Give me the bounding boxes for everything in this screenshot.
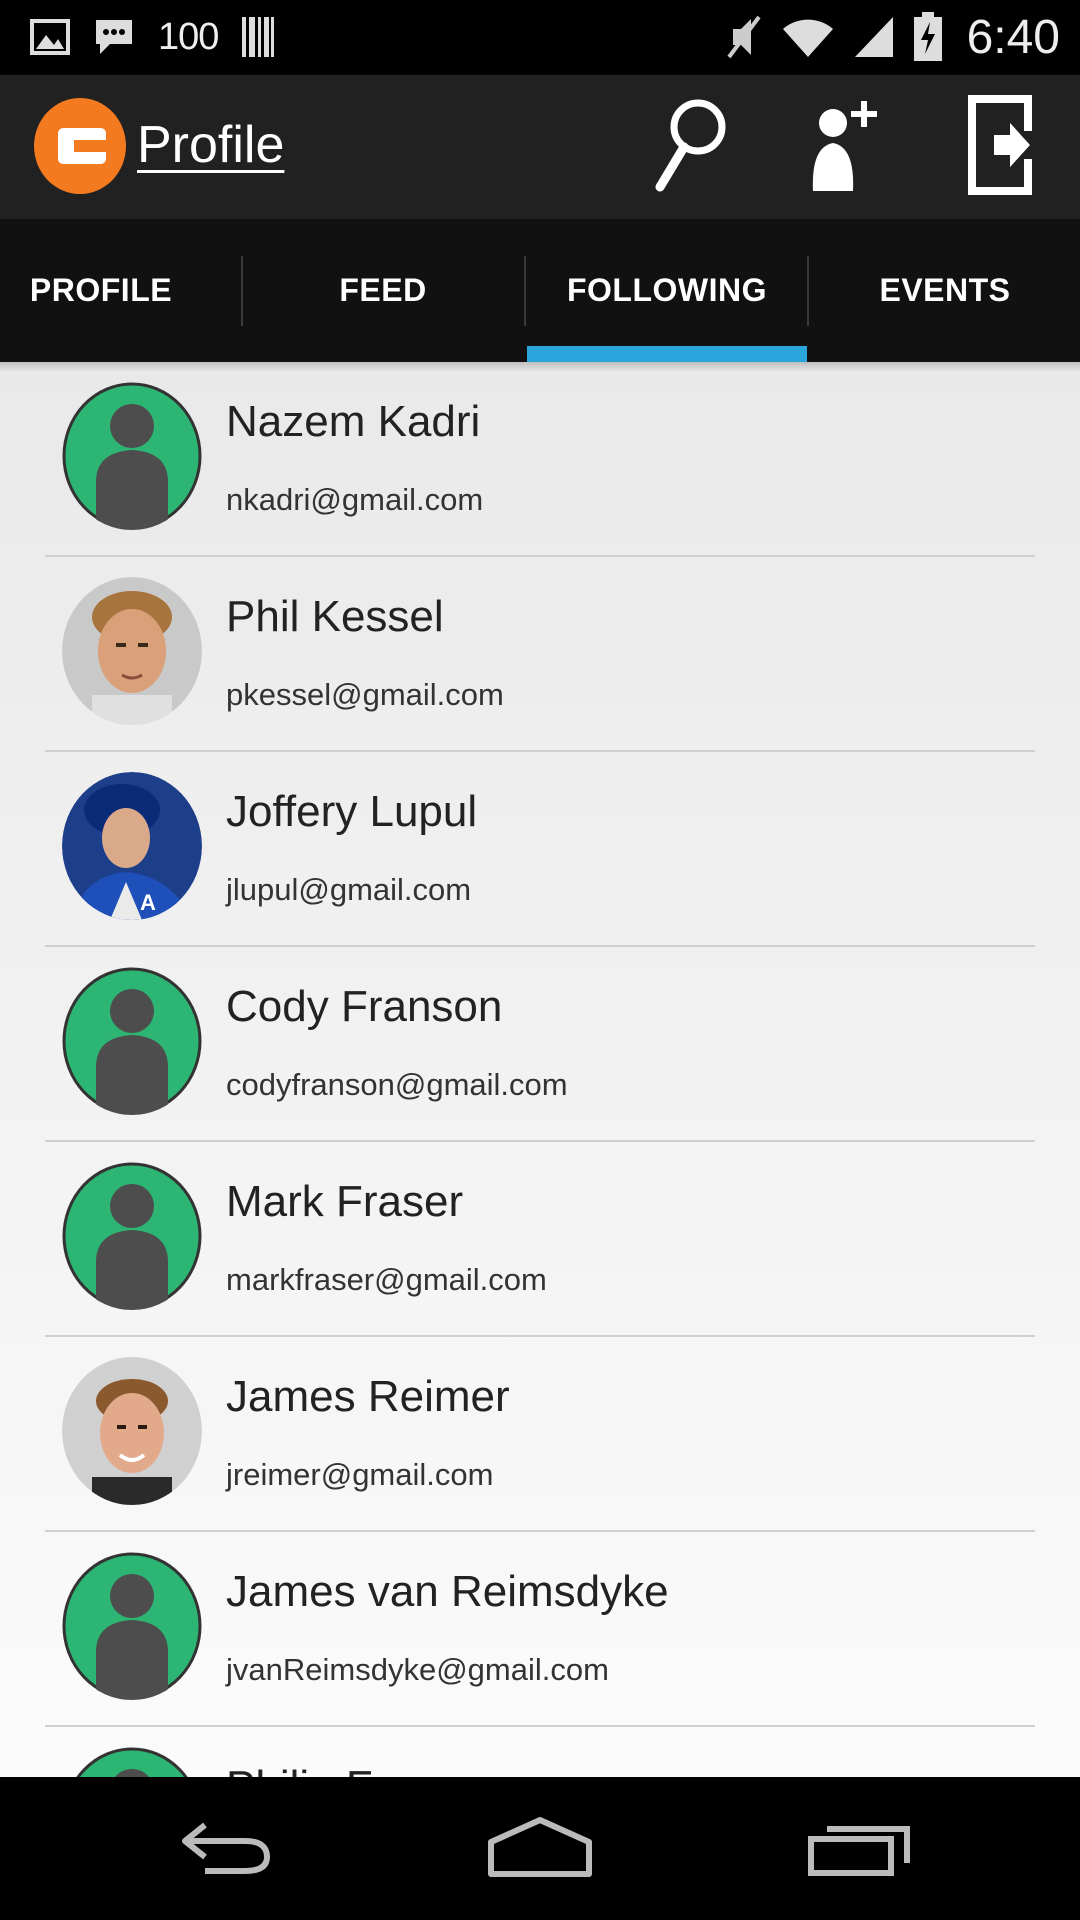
avatar (62, 967, 202, 1115)
following-name: Joffery Lupul (226, 787, 478, 836)
recents-icon (805, 1817, 915, 1882)
list-item[interactable]: James van Reimsdyke jvanReimsdyke@gmail.… (0, 1532, 1080, 1727)
back-button[interactable] (155, 1799, 295, 1899)
list-item[interactable]: Phil Kessel pkessel@gmail.com (0, 557, 1080, 752)
logout-button[interactable] (950, 94, 1050, 200)
battery-percentage: 100 (158, 15, 219, 58)
tab-divider (807, 256, 809, 326)
following-name: Nazem Kadri (226, 397, 481, 446)
following-list[interactable]: Nazem Kadri nkadri@gmail.com Phil Kessel… (0, 362, 1080, 1777)
list-item[interactable]: Philip F (0, 1727, 1080, 1777)
chat-icon (92, 16, 136, 58)
avatar (62, 1747, 202, 1777)
following-name: Phil Kessel (226, 592, 444, 641)
selected-tab-indicator (527, 346, 807, 362)
list-item[interactable]: Mark Fraser markfraser@gmail.com (0, 1142, 1080, 1337)
list-item[interactable]: Nazem Kadri nkadri@gmail.com (0, 362, 1080, 557)
list-item[interactable]: Cody Franson codyfranson@gmail.com (0, 947, 1080, 1142)
clock: 6:40 (966, 10, 1060, 64)
avatar (62, 1162, 202, 1310)
logout-icon (964, 94, 1036, 200)
tab-bar-shadow (0, 362, 1080, 372)
tab-label: EVENTS (879, 272, 1011, 308)
back-icon (175, 1817, 275, 1882)
following-email: markfraser@gmail.com (226, 1262, 547, 1297)
app-logo-icon[interactable] (34, 98, 126, 194)
add-user-icon (803, 95, 887, 200)
following-email: jreimer@gmail.com (226, 1457, 494, 1492)
following-name: James van Reimsdyke (226, 1567, 669, 1616)
recents-button[interactable] (790, 1799, 930, 1899)
battery-charging-icon (913, 12, 943, 62)
search-button[interactable] (640, 97, 740, 197)
list-item[interactable]: A Joffery Lupul jlupul@gmail.com (0, 752, 1080, 947)
following-name: Philip F (226, 1762, 373, 1777)
following-name: James Reimer (226, 1372, 510, 1421)
status-bar: 100 6:40 (0, 0, 1080, 75)
image-icon (30, 19, 70, 55)
avatar: A (62, 772, 202, 920)
tab-label: FEED (339, 272, 427, 308)
tab-profile[interactable]: PROFILE (0, 219, 202, 362)
avatar (62, 382, 202, 530)
following-email: nkadri@gmail.com (226, 482, 484, 517)
wifi-icon (781, 15, 835, 59)
navigation-bar (0, 1777, 1080, 1920)
barcode-icon (240, 15, 276, 59)
mute-icon (725, 13, 763, 61)
action-bar: Profile (0, 75, 1080, 219)
avatar (62, 1357, 202, 1505)
avatar (62, 1552, 202, 1700)
tab-label: FOLLOWING (566, 272, 767, 308)
following-email: jlupul@gmail.com (226, 872, 472, 907)
svg-text:A: A (140, 890, 156, 915)
add-user-button[interactable] (795, 97, 895, 197)
signal-icon (853, 15, 895, 59)
tab-divider (524, 256, 526, 326)
tab-following[interactable]: FOLLOWING (527, 219, 807, 362)
home-button[interactable] (470, 1799, 610, 1899)
tab-bar: PROFILE FEED FOLLOWING EVENTS (0, 219, 1080, 362)
following-email: pkessel@gmail.com (226, 677, 504, 712)
tab-feed[interactable]: FEED (243, 219, 523, 362)
following-name: Cody Franson (226, 982, 503, 1031)
search-icon (650, 97, 730, 198)
following-email: jvanReimsdyke@gmail.com (226, 1652, 609, 1687)
following-email: codyfranson@gmail.com (226, 1067, 568, 1102)
tab-label: PROFILE (29, 272, 173, 308)
tab-events[interactable]: EVENTS (810, 219, 1080, 362)
avatar (62, 577, 202, 725)
following-name: Mark Fraser (226, 1177, 464, 1226)
page-title[interactable]: Profile (137, 115, 284, 175)
home-icon (485, 1816, 595, 1883)
list-item[interactable]: James Reimer jreimer@gmail.com (0, 1337, 1080, 1532)
